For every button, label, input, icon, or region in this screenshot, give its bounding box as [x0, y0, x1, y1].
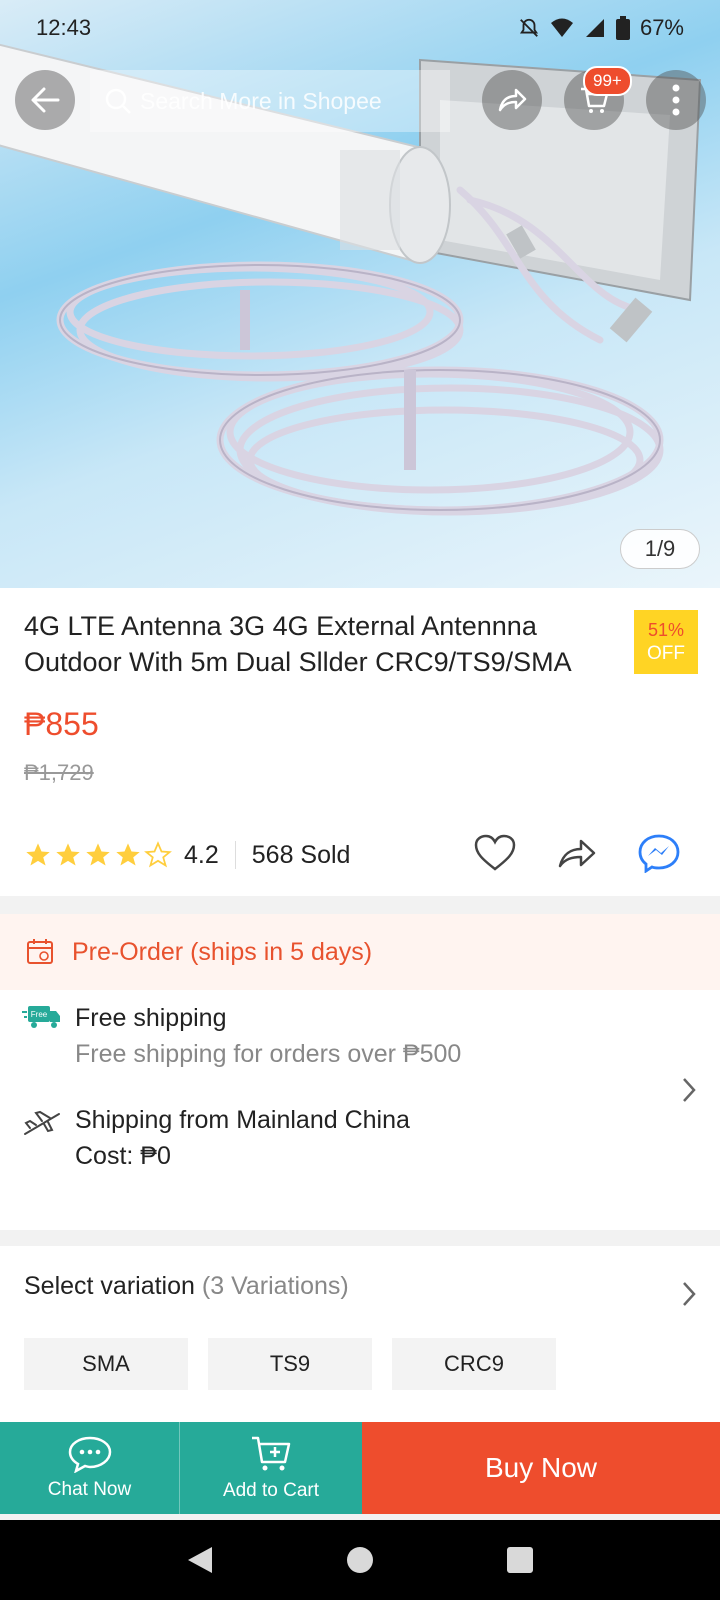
- chat-bubble-icon: [68, 1436, 111, 1473]
- star-empty-icon: [144, 841, 172, 868]
- rating-value: 4.2: [184, 840, 219, 869]
- share-product-button[interactable]: [552, 828, 602, 878]
- signal-icon: [585, 19, 604, 37]
- status-icons: 67%: [518, 15, 684, 41]
- rating-row[interactable]: 4.2 568 Sold: [24, 835, 350, 875]
- heart-icon: [474, 834, 516, 871]
- share-arrow-icon: [498, 88, 527, 112]
- back-button[interactable]: [15, 70, 75, 130]
- search-input[interactable]: Search More in Shopee: [90, 70, 450, 132]
- preorder-banner: Pre-Order (ships in 5 days): [0, 914, 720, 990]
- variation-section[interactable]: Select variation (3 Variations) SMA TS9 …: [0, 1246, 720, 1422]
- airplane-icon: [24, 1110, 60, 1135]
- star-filled-icon: [86, 843, 110, 866]
- image-counter: 1/9: [620, 529, 700, 569]
- messenger-button[interactable]: [634, 828, 684, 878]
- product-image-carousel[interactable]: 12:43 67% Search More in Shopee 99+ 1/9: [0, 0, 720, 588]
- preorder-text: Pre-Order (ships in 5 days): [72, 937, 373, 966]
- search-icon: [105, 88, 131, 114]
- chevron-right-icon: [683, 1078, 696, 1102]
- free-badge-text: Free: [31, 1010, 48, 1019]
- buy-now-button[interactable]: Buy Now: [362, 1422, 720, 1514]
- share-button[interactable]: [482, 70, 542, 130]
- status-time: 12:43: [36, 15, 92, 40]
- chat-now-label: Chat Now: [47, 1479, 132, 1500]
- mute-bell-icon: [519, 18, 538, 37]
- shipping-origin: Shipping from Mainland China: [75, 1106, 410, 1134]
- add-to-cart-button[interactable]: Add to Cart: [180, 1422, 362, 1514]
- product-title: 4G LTE Antenna 3G 4G External Antennna O…: [24, 611, 572, 677]
- divider: [234, 841, 236, 869]
- shipping-cost: Cost: ₱0: [75, 1142, 171, 1170]
- battery-icon: [615, 16, 630, 40]
- variation-option-crc9[interactable]: CRC9: [392, 1338, 556, 1390]
- share-arrow-icon: [558, 839, 596, 868]
- variation-count: (3 Variations): [201, 1272, 349, 1300]
- variation-heading: Select variation (3 Variations): [24, 1272, 349, 1301]
- original-price: ₱1,729: [24, 760, 94, 785]
- star-filled-icon: [56, 843, 80, 866]
- chevron-right-icon: [683, 1282, 696, 1306]
- arrow-left-icon: [31, 87, 60, 113]
- variation-option-sma[interactable]: SMA: [24, 1338, 188, 1390]
- variation-option-ts9[interactable]: TS9: [208, 1338, 372, 1390]
- battery-percent: 67%: [639, 15, 684, 40]
- calendar-icon: [27, 939, 53, 964]
- messenger-icon: [638, 834, 680, 873]
- more-options-button[interactable]: [646, 70, 706, 130]
- discount-percent: 51%: [647, 619, 685, 640]
- add-to-cart-label: Add to Cart: [222, 1480, 320, 1501]
- like-button[interactable]: [470, 828, 520, 878]
- discount-badge: 51% OFF: [634, 610, 698, 674]
- status-bar: 12:43 67%: [0, 0, 720, 56]
- system-navigation-bar: [0, 1520, 720, 1600]
- sold-count: 568 Sold: [251, 840, 351, 869]
- discount-off-label: OFF: [647, 642, 685, 664]
- nav-back-icon[interactable]: [186, 1545, 214, 1575]
- free-shipping-truck-icon: Free: [22, 1006, 60, 1028]
- free-shipping-title: Free shipping: [75, 1004, 227, 1032]
- variation-title: Select variation: [24, 1272, 195, 1300]
- nav-home-icon[interactable]: [346, 1546, 374, 1574]
- rating-stars: [24, 841, 172, 869]
- search-placeholder: Search More in Shopee: [140, 87, 382, 114]
- shipping-section[interactable]: Free Free shipping Free shipping for ord…: [0, 990, 720, 1230]
- cart-plus-icon: [252, 1436, 291, 1471]
- free-shipping-subtitle: Free shipping for orders over ₱500: [75, 1040, 462, 1068]
- more-vertical-icon: [672, 84, 680, 116]
- nav-recents-icon[interactable]: [506, 1546, 534, 1574]
- chat-now-button[interactable]: Chat Now: [0, 1422, 180, 1514]
- top-nav-bar: Search More in Shopee 99+: [0, 66, 720, 132]
- variation-options: SMA TS9 CRC9: [24, 1338, 556, 1390]
- product-info-section: 4G LTE Antenna 3G 4G External Antennna O…: [0, 588, 720, 896]
- bottom-action-bar: Chat Now Add to Cart Buy Now: [0, 1422, 720, 1514]
- cart-count-badge: 99+: [583, 66, 632, 96]
- star-filled-icon: [116, 843, 140, 866]
- wifi-icon: [550, 18, 573, 37]
- star-filled-icon: [26, 843, 50, 866]
- current-price: ₱855: [24, 706, 99, 742]
